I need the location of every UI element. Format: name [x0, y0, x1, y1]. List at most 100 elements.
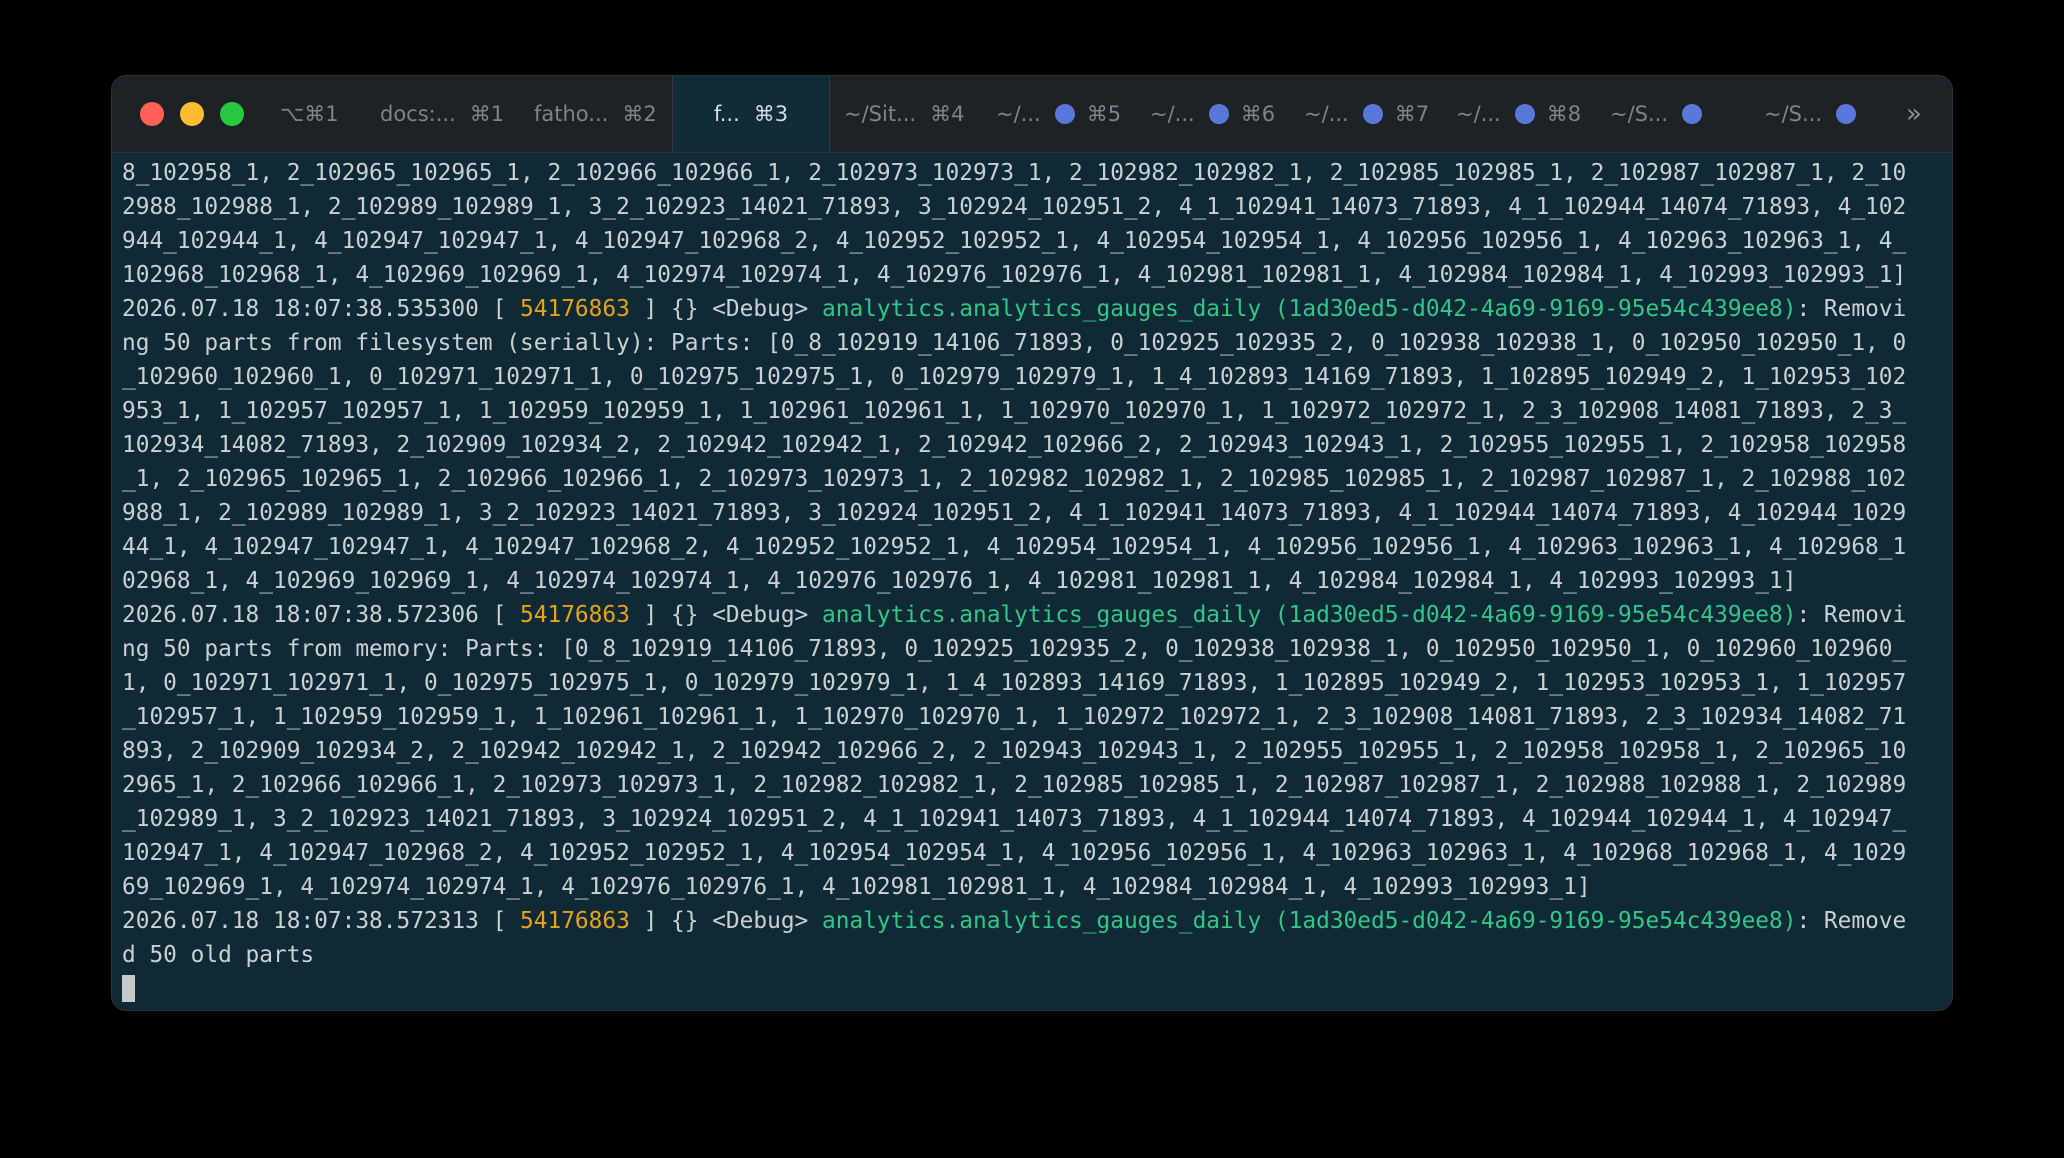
tab-shortcut: ⌘5	[1086, 102, 1122, 126]
terminal-line: 2988_102988_1, 2_102989_102989_1, 3_2_10…	[122, 190, 1944, 224]
terminal-line: 44_1, 4_102947_102947_1, 4_102947_102968…	[122, 530, 1944, 564]
tab-3[interactable]: fatho... ⌘2	[534, 76, 684, 152]
log-text: _1, 2_102965_102965_1, 2_102966_102966_1…	[122, 466, 1907, 492]
terminal-line: _102960_102960_1, 0_102971_102971_1, 0_1…	[122, 360, 1944, 394]
tab-title: ~/...	[1456, 102, 1501, 126]
tab-shortcut: ⌘3	[753, 102, 789, 126]
activity-dot-icon	[1054, 104, 1075, 124]
activity-dot-icon	[1362, 104, 1383, 124]
log-text: 2026.07.18 18:07:38.572306 [	[122, 602, 521, 628]
log-text: 1, 0_102971_102971_1, 0_102975_102975_1,…	[122, 670, 1907, 696]
terminal-window: ⌥⌘1 docs:... ⌘1 fatho... ⌘2 f... ⌘3 ~/Si…	[112, 76, 1952, 1010]
terminal-line: _102989_1, 3_2_102923_14021_71893, 3_102…	[122, 802, 1944, 836]
tab-title: ~/...	[996, 102, 1041, 126]
logger-name: analytics.analytics_gauges_daily (1ad30e…	[822, 908, 1797, 934]
log-text: 02968_1, 4_102969_102969_1, 4_102974_102…	[122, 568, 1797, 594]
terminal-line: d 50 old parts	[122, 938, 1944, 972]
terminal-line: 953_1, 1_102957_102957_1, 1_102959_10295…	[122, 394, 1944, 428]
tab-title: ~/S...	[1610, 102, 1669, 126]
thread-id: 54176863	[520, 602, 630, 628]
log-text: ] {} <Debug>	[629, 908, 822, 934]
terminal-line: 2026.07.18 18:07:38.535300 [ 54176863 ] …	[122, 292, 1944, 326]
terminal-line: 1, 0_102971_102971_1, 0_102975_102975_1,…	[122, 666, 1944, 700]
log-text: 69_102969_1, 4_102974_102974_1, 4_102976…	[122, 874, 1591, 900]
title-bar: ⌥⌘1 docs:... ⌘1 fatho... ⌘2 f... ⌘3 ~/Si…	[112, 76, 1952, 153]
log-text: : Remove	[1796, 908, 1907, 934]
terminal-output[interactable]: 8_102958_1, 2_102965_102965_1, 2_102966_…	[122, 156, 1944, 1002]
terminal-line: 69_102969_1, 4_102974_102974_1, 4_102976…	[122, 870, 1944, 904]
tab-10[interactable]: ~/S...	[1610, 76, 1740, 152]
tab-5[interactable]: ~/Sit... ⌘4	[844, 76, 984, 152]
close-button[interactable]	[140, 102, 164, 126]
log-text: _102989_1, 3_2_102923_14021_71893, 3_102…	[122, 806, 1907, 832]
terminal-line: 944_102944_1, 4_102947_102947_1, 4_10294…	[122, 224, 1944, 258]
log-text: 2965_1, 2_102966_102966_1, 2_102973_1029…	[122, 772, 1907, 798]
log-text: ng 50 parts from filesystem (serially): …	[122, 330, 1907, 356]
log-text: : Removi	[1796, 602, 1907, 628]
log-text: 944_102944_1, 4_102947_102947_1, 4_10294…	[122, 228, 1907, 254]
terminal-line: 893, 2_102909_102934_2, 2_102942_102942_…	[122, 734, 1944, 768]
log-text: ng 50 parts from memory: Parts: [0_8_102…	[122, 636, 1907, 662]
tab-2[interactable]: docs:... ⌘1	[380, 76, 540, 152]
terminal-line: 102934_14082_71893, 2_102909_102934_2, 2…	[122, 428, 1944, 462]
thread-id: 54176863	[520, 908, 630, 934]
tab-title: ~/...	[1150, 102, 1195, 126]
zoom-button[interactable]	[220, 102, 244, 126]
tab-shortcut: ⌘7	[1394, 102, 1430, 126]
tab-4-active[interactable]: f... ⌘3	[672, 76, 830, 152]
log-text: 102934_14082_71893, 2_102909_102934_2, 2…	[122, 432, 1907, 458]
log-text: 953_1, 1_102957_102957_1, 1_102959_10295…	[122, 398, 1907, 424]
log-text: 44_1, 4_102947_102947_1, 4_102947_102968…	[122, 534, 1907, 560]
terminal-line: ng 50 parts from filesystem (serially): …	[122, 326, 1944, 360]
minimize-button[interactable]	[180, 102, 204, 126]
logger-name: analytics.analytics_gauges_daily (1ad30e…	[822, 602, 1797, 628]
log-text: 102947_1, 4_102947_102968_2, 4_102952_10…	[122, 840, 1907, 866]
log-text: 2988_102988_1, 2_102989_102989_1, 3_2_10…	[122, 194, 1907, 220]
tab-title: f...	[713, 102, 740, 126]
tab-shortcut: ⌘6	[1240, 102, 1276, 126]
terminal-line: 2965_1, 2_102966_102966_1, 2_102973_1029…	[122, 768, 1944, 802]
log-text: 893, 2_102909_102934_2, 2_102942_102942_…	[122, 738, 1907, 764]
terminal-line: 988_1, 2_102989_102989_1, 3_2_102923_140…	[122, 496, 1944, 530]
tab-8[interactable]: ~/... ⌘7	[1304, 76, 1454, 152]
log-text: 988_1, 2_102989_102989_1, 3_2_102923_140…	[122, 500, 1907, 526]
prompt-line	[122, 972, 1944, 1002]
log-text: 102968_102968_1, 4_102969_102969_1, 4_10…	[122, 262, 1907, 288]
terminal-line: 02968_1, 4_102969_102969_1, 4_102974_102…	[122, 564, 1944, 598]
log-text: 8_102958_1, 2_102965_102965_1, 2_102966_…	[122, 160, 1907, 186]
thread-id: 54176863	[520, 296, 630, 322]
log-text: _102957_1, 1_102959_102959_1, 1_102961_1…	[122, 704, 1907, 730]
log-text: d 50 old parts	[122, 942, 315, 968]
log-text: _102960_102960_1, 0_102971_102971_1, 0_1…	[122, 364, 1907, 390]
log-text: 2026.07.18 18:07:38.572313 [	[122, 908, 521, 934]
tab-11[interactable]: ~/S...	[1764, 76, 1894, 152]
tab-6[interactable]: ~/... ⌘5	[996, 76, 1146, 152]
terminal-line: 102968_102968_1, 4_102969_102969_1, 4_10…	[122, 258, 1944, 292]
terminal-line: _102957_1, 1_102959_102959_1, 1_102961_1…	[122, 700, 1944, 734]
activity-dot-icon	[1514, 104, 1535, 124]
terminal-line: 102947_1, 4_102947_102968_2, 4_102952_10…	[122, 836, 1944, 870]
activity-dot-icon	[1836, 104, 1857, 124]
tab-9[interactable]: ~/... ⌘8	[1456, 76, 1606, 152]
tab-title: docs:...	[380, 102, 456, 126]
tab-shortcut: ⌘4	[930, 102, 965, 126]
tab-title: fatho...	[534, 102, 609, 126]
terminal-line: ng 50 parts from memory: Parts: [0_8_102…	[122, 632, 1944, 666]
tab-title: ~/S...	[1764, 102, 1823, 126]
terminal-line: 2026.07.18 18:07:38.572313 [ 54176863 ] …	[122, 904, 1944, 938]
activity-dot-icon	[1682, 104, 1703, 124]
tab-overflow-icon[interactable]: »	[1896, 96, 1932, 132]
terminal-cursor	[122, 975, 135, 1002]
tab-title: ~/...	[1304, 102, 1349, 126]
tab-shortcut: ⌘1	[469, 102, 505, 126]
log-text: : Removi	[1796, 296, 1907, 322]
activity-dot-icon	[1208, 104, 1229, 124]
terminal-line: 8_102958_1, 2_102965_102965_1, 2_102966_…	[122, 156, 1944, 190]
logger-name: analytics.analytics_gauges_daily (1ad30e…	[822, 296, 1797, 322]
terminal-line: _1, 2_102965_102965_1, 2_102966_102966_1…	[122, 462, 1944, 496]
tab-title: ~/Sit...	[844, 102, 917, 126]
tab-shortcut: ⌘8	[1546, 102, 1582, 126]
terminal-line: 2026.07.18 18:07:38.572306 [ 54176863 ] …	[122, 598, 1944, 632]
log-text: 2026.07.18 18:07:38.535300 [	[122, 296, 521, 322]
tab-7[interactable]: ~/... ⌘6	[1150, 76, 1300, 152]
